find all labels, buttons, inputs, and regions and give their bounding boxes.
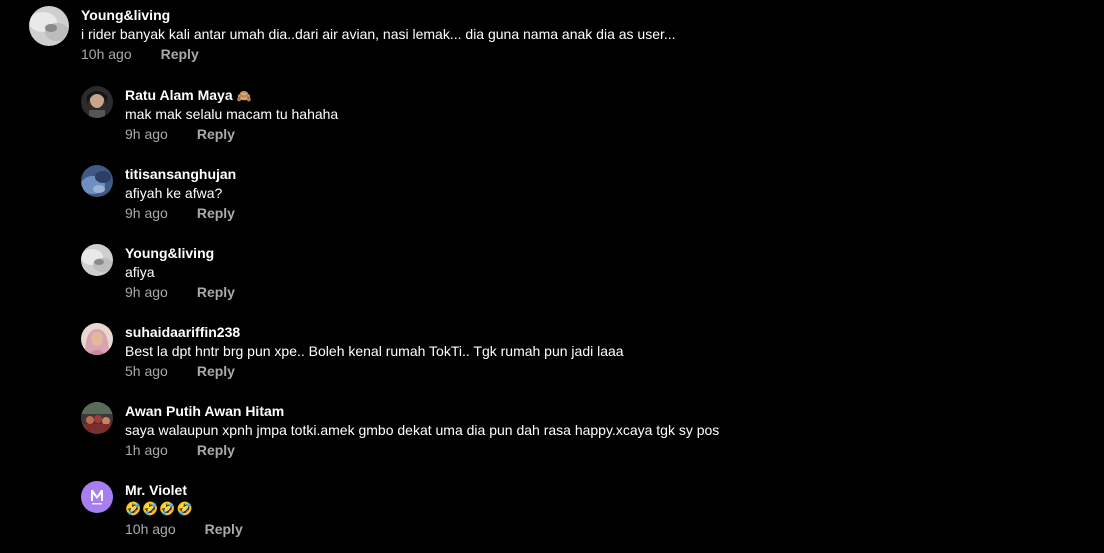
avatar-image	[81, 86, 113, 118]
monkey-emoji: 🙈	[236, 89, 252, 104]
timestamp: 1h ago	[125, 442, 168, 458]
timestamp: 10h ago	[125, 521, 176, 537]
reply-button[interactable]: Reply	[205, 520, 243, 538]
comment-text: saya walaupun xpnh jmpa totki.amek gmbo …	[125, 422, 720, 438]
comment: Young&living i rider banyak kali antar u…	[29, 6, 676, 63]
username[interactable]: Awan Putih Awan Hitam	[125, 402, 719, 420]
comment-text: Best la dpt hntr brg pun xpe.. Boleh ken…	[125, 343, 624, 359]
comment-meta: 10h ago Reply	[125, 520, 243, 538]
comment-text: afiya	[125, 264, 155, 280]
comment-text: 🤣🤣🤣🤣	[125, 501, 194, 516]
comment-body: Awan Putih Awan Hitam saya walaupun xpnh…	[125, 402, 719, 459]
timestamp: 9h ago	[125, 205, 168, 221]
avatar-image	[81, 481, 113, 513]
reply-comment: Awan Putih Awan Hitam saya walaupun xpnh…	[81, 402, 719, 459]
reply-button[interactable]: Reply	[197, 125, 235, 143]
username-text: Ratu Alam Maya	[125, 87, 233, 103]
avatar[interactable]	[81, 481, 113, 513]
reply-comment: suhaidaariffin238 Best la dpt hntr brg p…	[81, 323, 624, 380]
comment-meta: 1h ago Reply	[125, 441, 719, 459]
username[interactable]: Young&living	[81, 6, 676, 24]
avatar-image	[29, 6, 69, 46]
comment-meta: 9h ago Reply	[125, 283, 235, 301]
comment-body: Young&living i rider banyak kali antar u…	[81, 6, 676, 63]
avatar-image	[81, 402, 113, 434]
comment-text: mak mak selalu macam tu hahaha	[125, 106, 339, 122]
comment-body: Ratu Alam Maya 🙈 mak mak selalu macam tu …	[125, 86, 338, 143]
username[interactable]: Ratu Alam Maya 🙈	[125, 86, 338, 104]
comment-meta: 9h ago Reply	[125, 204, 236, 222]
reply-button[interactable]: Reply	[161, 45, 199, 63]
reply-comment: Young&living afiya 9h ago Reply	[81, 244, 235, 301]
avatar[interactable]	[81, 323, 113, 355]
reply-button[interactable]: Reply	[197, 204, 235, 222]
avatar[interactable]	[81, 165, 113, 197]
username[interactable]: Young&living	[125, 244, 235, 262]
reply-comment: titisansanghujan afiyah ke afwa? 9h ago …	[81, 165, 236, 222]
comment-body: Young&living afiya 9h ago Reply	[125, 244, 235, 301]
reply-button[interactable]: Reply	[197, 362, 235, 380]
comment-body: Mr. Violet 🤣🤣🤣🤣 10h ago Reply	[125, 481, 243, 538]
username[interactable]: suhaidaariffin238	[125, 323, 624, 341]
avatar-image	[81, 323, 113, 355]
comment-text: i rider banyak kali antar umah dia..dari…	[81, 26, 676, 42]
timestamp: 9h ago	[125, 126, 168, 142]
reply-comment: Ratu Alam Maya 🙈 mak mak selalu macam tu …	[81, 86, 338, 143]
comment-body: suhaidaariffin238 Best la dpt hntr brg p…	[125, 323, 624, 380]
reply-button[interactable]: Reply	[197, 283, 235, 301]
reply-comment: Mr. Violet 🤣🤣🤣🤣 10h ago Reply	[81, 481, 243, 538]
reply-button[interactable]: Reply	[197, 441, 235, 459]
avatar[interactable]	[81, 86, 113, 118]
username[interactable]: titisansanghujan	[125, 165, 236, 183]
avatar-image	[81, 244, 113, 276]
avatar[interactable]	[81, 244, 113, 276]
comment-body: titisansanghujan afiyah ke afwa? 9h ago …	[125, 165, 236, 222]
avatar[interactable]	[81, 402, 113, 434]
comment-thread: Young&living i rider banyak kali antar u…	[0, 0, 1104, 553]
timestamp: 5h ago	[125, 363, 168, 379]
username[interactable]: Mr. Violet	[125, 481, 243, 499]
comment-meta: 9h ago Reply	[125, 125, 338, 143]
comment-text: afiyah ke afwa?	[125, 185, 223, 201]
avatar[interactable]	[29, 6, 69, 46]
comment-meta: 5h ago Reply	[125, 362, 624, 380]
timestamp: 10h ago	[81, 46, 132, 62]
comment-meta: 10h ago Reply	[81, 45, 676, 63]
avatar-image	[81, 165, 113, 197]
timestamp: 9h ago	[125, 284, 168, 300]
